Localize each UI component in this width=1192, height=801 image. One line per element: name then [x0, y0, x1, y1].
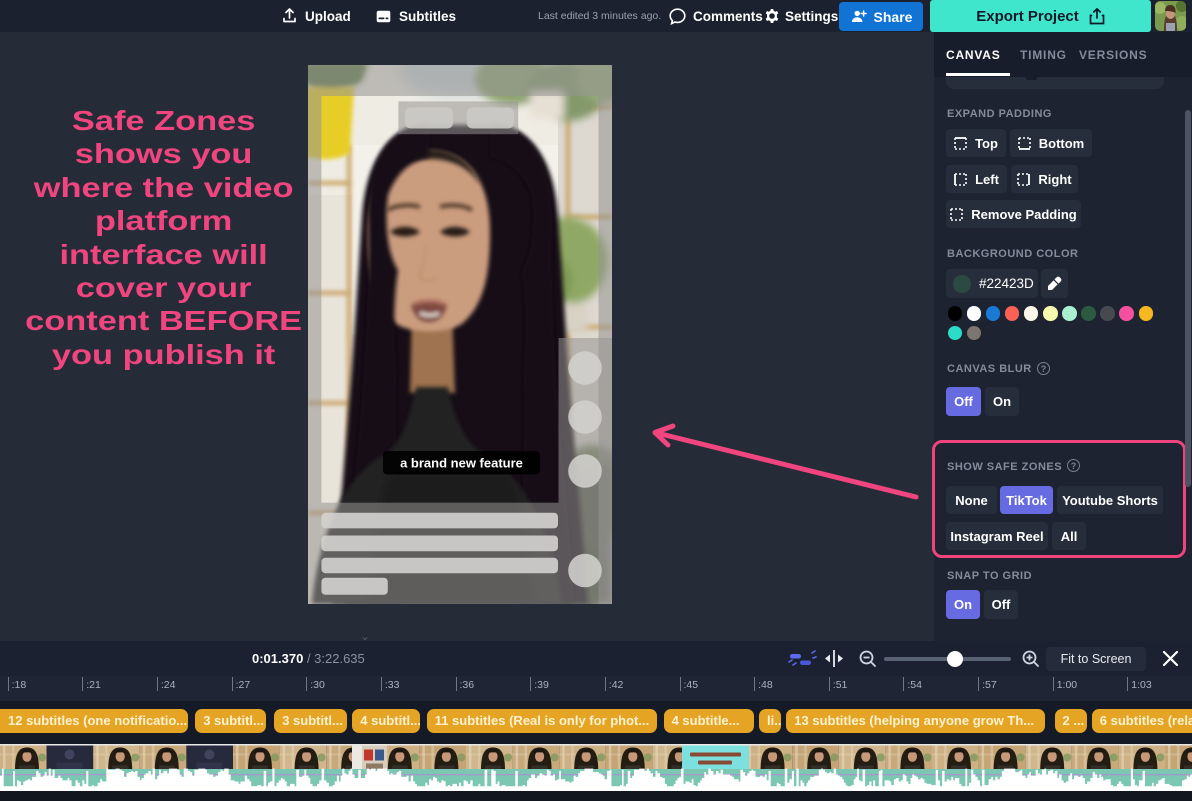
- svg-text:a brand new feature: a brand new feature: [400, 456, 523, 471]
